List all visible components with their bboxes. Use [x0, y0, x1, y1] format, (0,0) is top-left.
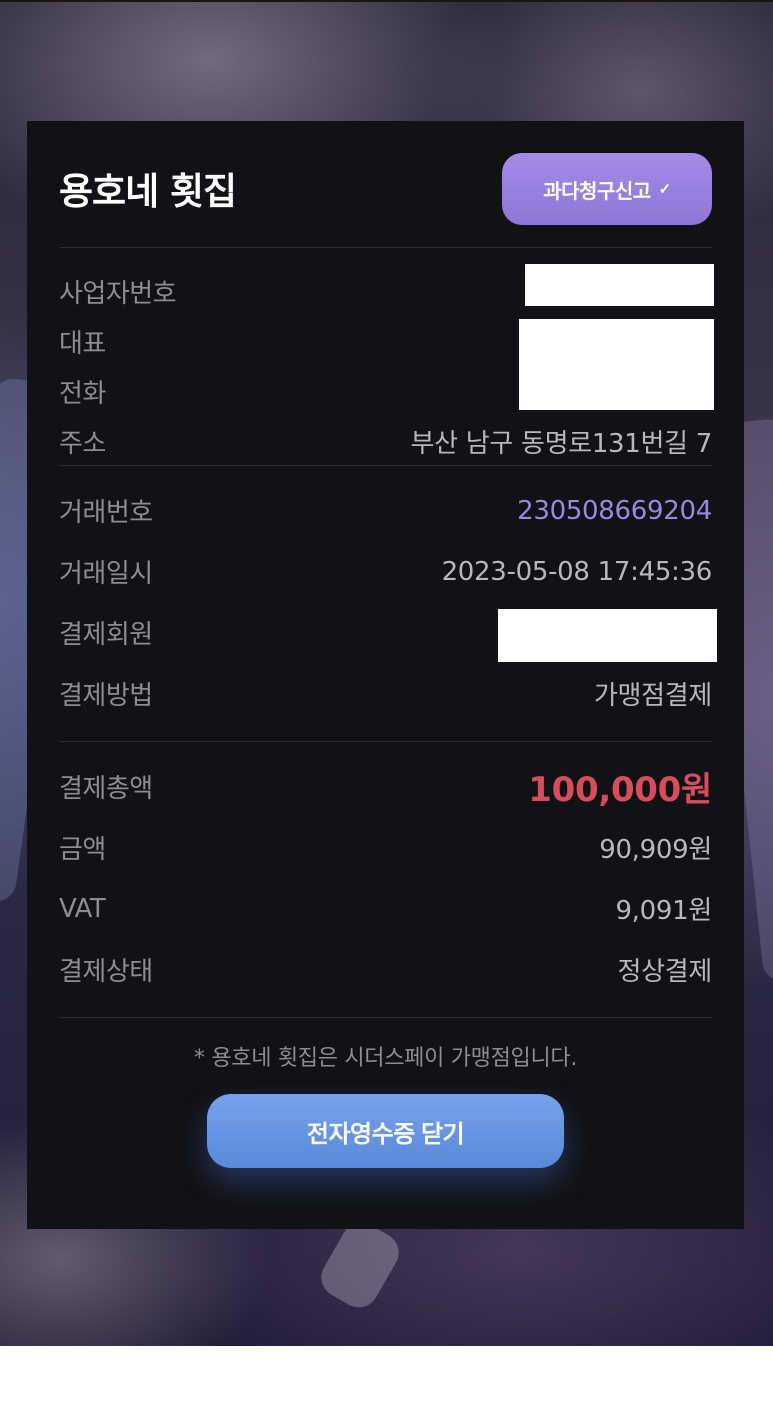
info-row: 주소 부산 남구 동명로131번길 7: [59, 416, 712, 466]
vat-label: VAT: [59, 893, 106, 924]
info-row: 결제방법 가맹점결제: [59, 663, 712, 724]
transaction-section: 거래번호 230508669204 거래일시 2023-05-08 17:45:…: [59, 466, 717, 742]
transaction-number-link[interactable]: 230508669204: [517, 496, 712, 526]
info-row: 거래일시 2023-05-08 17:45:36: [59, 541, 712, 602]
redaction-box: [525, 264, 714, 306]
info-row: 결제상태 정상결제: [59, 939, 712, 1000]
info-row: 결제총액 100,000원: [59, 756, 712, 817]
transaction-number-label: 거래번호: [59, 498, 153, 528]
transaction-datetime-value: 2023-05-08 17:45:36: [441, 556, 713, 587]
payment-section: 결제총액 100,000원 금액 90,909원 VAT 9,091원 결제상태…: [59, 742, 712, 1018]
close-receipt-button[interactable]: 전자영수증 닫기: [207, 1094, 564, 1168]
overcharge-report-button[interactable]: 과다청구신고 ✓: [502, 153, 712, 225]
transaction-datetime-label: 거래일시: [59, 559, 153, 589]
amount-value: 90,909원: [599, 835, 712, 865]
receipt-header: 용호네 횟집 과다청구신고 ✓: [59, 121, 712, 248]
business-number-label: 사업자번호: [59, 278, 177, 309]
redaction-box: [519, 319, 714, 410]
payer-label: 결제회원: [59, 620, 153, 650]
info-row: 거래번호 230508669204: [59, 480, 712, 541]
payment-method-value: 가맹점결제: [593, 681, 712, 711]
address-value: 부산 남구 동명로131번길 7: [410, 428, 713, 459]
report-button-label: 과다청구신고: [543, 180, 651, 203]
store-name: 용호네 횟집: [59, 170, 237, 213]
payment-status-value: 정상결제: [617, 957, 713, 987]
business-info-section: 사업자번호 대표 전화 주소 부산 남구 동명로131번길 7: [59, 248, 714, 466]
address-label: 주소: [59, 428, 106, 459]
total-amount-value: 100,000원: [528, 770, 712, 810]
redaction-box: [498, 609, 717, 662]
info-row: VAT 9,091원: [59, 878, 712, 939]
info-row: 금액 90,909원: [59, 817, 712, 878]
total-amount-label: 결제총액: [59, 774, 153, 804]
chevron-down-icon: ✓: [658, 181, 672, 198]
amount-label: 금액: [59, 835, 106, 865]
payment-status-label: 결제상태: [59, 957, 153, 987]
ceo-label: 대표: [59, 328, 106, 359]
payment-method-label: 결제방법: [59, 681, 153, 711]
merchant-note: * 용호네 횟집은 시더스페이 가맹점입니다.: [193, 1046, 578, 1071]
receipt-card: 용호네 횟집 과다청구신고 ✓ 사업자번호 대표 전화 주소 부산 남구 동명로…: [27, 121, 744, 1229]
phone-label: 전화: [59, 378, 106, 409]
background-decoration: [314, 1215, 406, 1315]
top-divider: [0, 0, 773, 2]
vat-value: 9,091원: [615, 896, 712, 926]
